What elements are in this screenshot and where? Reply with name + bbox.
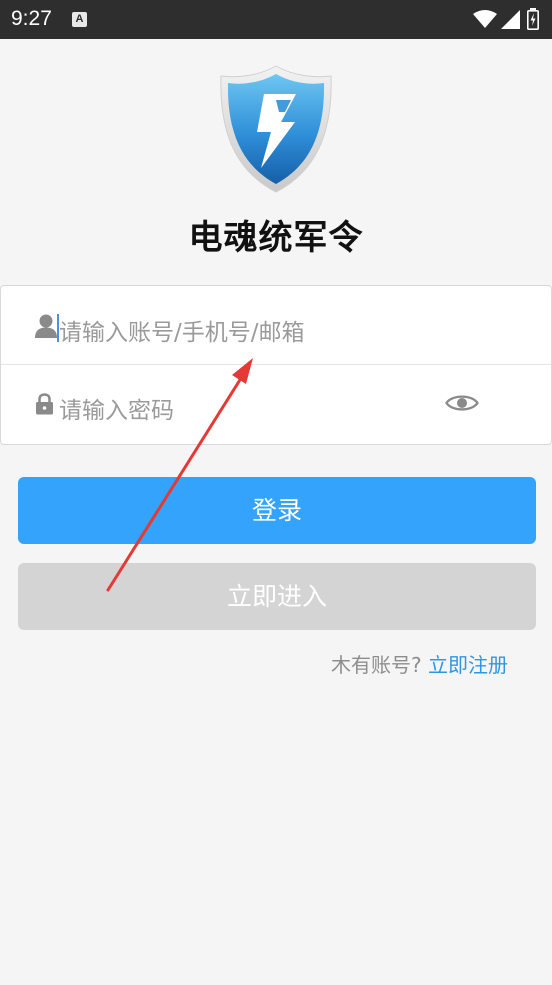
- lock-icon: [36, 393, 53, 415]
- signal-icon: [501, 10, 520, 29]
- a-notification-icon: A: [72, 12, 87, 27]
- register-link[interactable]: 立即注册: [428, 653, 508, 677]
- login-form: 请输入账号/手机号/邮箱 请输入密码: [0, 285, 552, 445]
- app-title: 电魂统军令: [188, 218, 364, 258]
- login-button[interactable]: 登录: [18, 477, 536, 544]
- login-screen: 9:27 A 电魂统军令 请输入账号/手机号/邮箱 请输入密码 登录 立即进入 …: [0, 0, 552, 985]
- status-bar: 9:27 A: [0, 0, 552, 39]
- password-input[interactable]: 请输入密码: [1, 365, 551, 444]
- wifi-icon: [473, 10, 497, 28]
- account-input[interactable]: 请输入账号/手机号/邮箱: [1, 286, 551, 365]
- battery-charging-icon: [527, 8, 539, 30]
- status-time: 9:27: [11, 7, 52, 30]
- account-placeholder: 请输入账号/手机号/邮箱: [59, 320, 305, 346]
- register-row: 木有账号? 立即注册: [331, 649, 508, 678]
- notification-letter: A: [75, 13, 84, 25]
- eye-icon[interactable]: [445, 392, 479, 414]
- register-prompt: 木有账号?: [331, 653, 422, 677]
- password-placeholder: 请输入密码: [59, 398, 174, 424]
- enter-now-button[interactable]: 立即进入: [18, 563, 536, 630]
- user-icon: [35, 314, 57, 338]
- shield-lightning-icon: [220, 65, 332, 193]
